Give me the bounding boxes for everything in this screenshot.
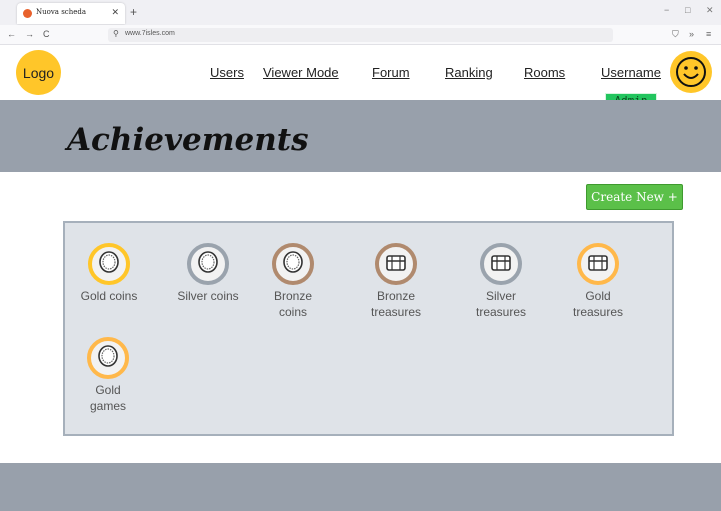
tab-title: Nuova scheda (36, 8, 87, 16)
coin-icon (96, 344, 120, 373)
coin-icon (196, 250, 220, 279)
more-tools-icon[interactable]: » (689, 29, 694, 39)
nav-ranking[interactable]: Ranking (445, 65, 493, 80)
achievement-item[interactable]: Bronze treasures (346, 243, 446, 320)
shield-icon[interactable]: ⛉ (672, 29, 679, 40)
achievement-badge (187, 243, 229, 285)
browser-tab-bar: Nuova scheda ✕ + − □ ✕ (0, 0, 721, 25)
achievement-badge (88, 243, 130, 285)
achievement-badge (375, 243, 417, 285)
achievement-item[interactable]: Gold games (58, 337, 158, 414)
nav-forum[interactable]: Forum (372, 65, 410, 80)
nav-username[interactable]: Username (601, 65, 661, 80)
coin-icon (281, 250, 305, 279)
achievement-badge (480, 243, 522, 285)
achievement-badge (272, 243, 314, 285)
reload-icon[interactable]: C (43, 29, 50, 39)
browser-nav-bar: ← → C ⚲ www.7isles.com ⛉ » ≡ (0, 25, 721, 45)
nav-viewer-mode[interactable]: Viewer Mode (263, 65, 339, 80)
minimize-button[interactable]: − (664, 5, 669, 15)
achievement-label: Silver treasures (475, 289, 527, 319)
footer-band (0, 463, 721, 511)
avatar-smiley-icon[interactable] (670, 51, 712, 93)
url-text: www.7isles.com (125, 30, 175, 37)
treasure-chest-icon (384, 250, 408, 279)
forward-icon[interactable]: → (25, 29, 34, 39)
achievement-label: Gold games (89, 383, 127, 413)
achievement-item[interactable]: Bronze coins (243, 243, 343, 320)
achievement-item[interactable]: Gold coins (59, 243, 159, 304)
achievement-label: Gold coins (80, 289, 138, 303)
title-band: Achievements (0, 100, 721, 172)
close-tab-icon[interactable]: ✕ (111, 7, 119, 18)
new-tab-button[interactable]: + (130, 5, 137, 19)
treasure-chest-icon (586, 250, 610, 279)
logo[interactable]: Logo (16, 50, 61, 95)
achievement-label: Bronze coins (273, 289, 313, 319)
address-bar[interactable]: ⚲ www.7isles.com (108, 28, 613, 42)
site-header: Logo Users Viewer Mode Forum Ranking Roo… (0, 45, 721, 100)
achievement-badge (87, 337, 129, 379)
coin-icon (97, 250, 121, 279)
achievement-badge (577, 243, 619, 285)
firefox-icon (23, 9, 32, 18)
achievements-panel: Gold coins Silver coins Bronze coins Bro… (63, 221, 674, 436)
achievement-label: Bronze treasures (370, 289, 422, 319)
nav-rooms[interactable]: Rooms (524, 65, 565, 80)
browser-tab[interactable]: Nuova scheda ✕ (17, 3, 125, 24)
treasure-chest-icon (489, 250, 513, 279)
menu-icon[interactable]: ≡ (706, 29, 711, 39)
page-title: Achievements (67, 122, 309, 158)
search-icon: ⚲ (113, 29, 119, 38)
achievement-item[interactable]: Silver treasures (451, 243, 551, 320)
create-new-button[interactable]: Create New + (586, 184, 683, 210)
back-icon[interactable]: ← (7, 29, 16, 39)
nav-users[interactable]: Users (210, 65, 244, 80)
close-window-button[interactable]: ✕ (706, 5, 714, 16)
achievement-item[interactable]: Gold treasures (548, 243, 648, 320)
achievement-label: Gold treasures (572, 289, 624, 319)
maximize-button[interactable]: □ (685, 5, 690, 15)
